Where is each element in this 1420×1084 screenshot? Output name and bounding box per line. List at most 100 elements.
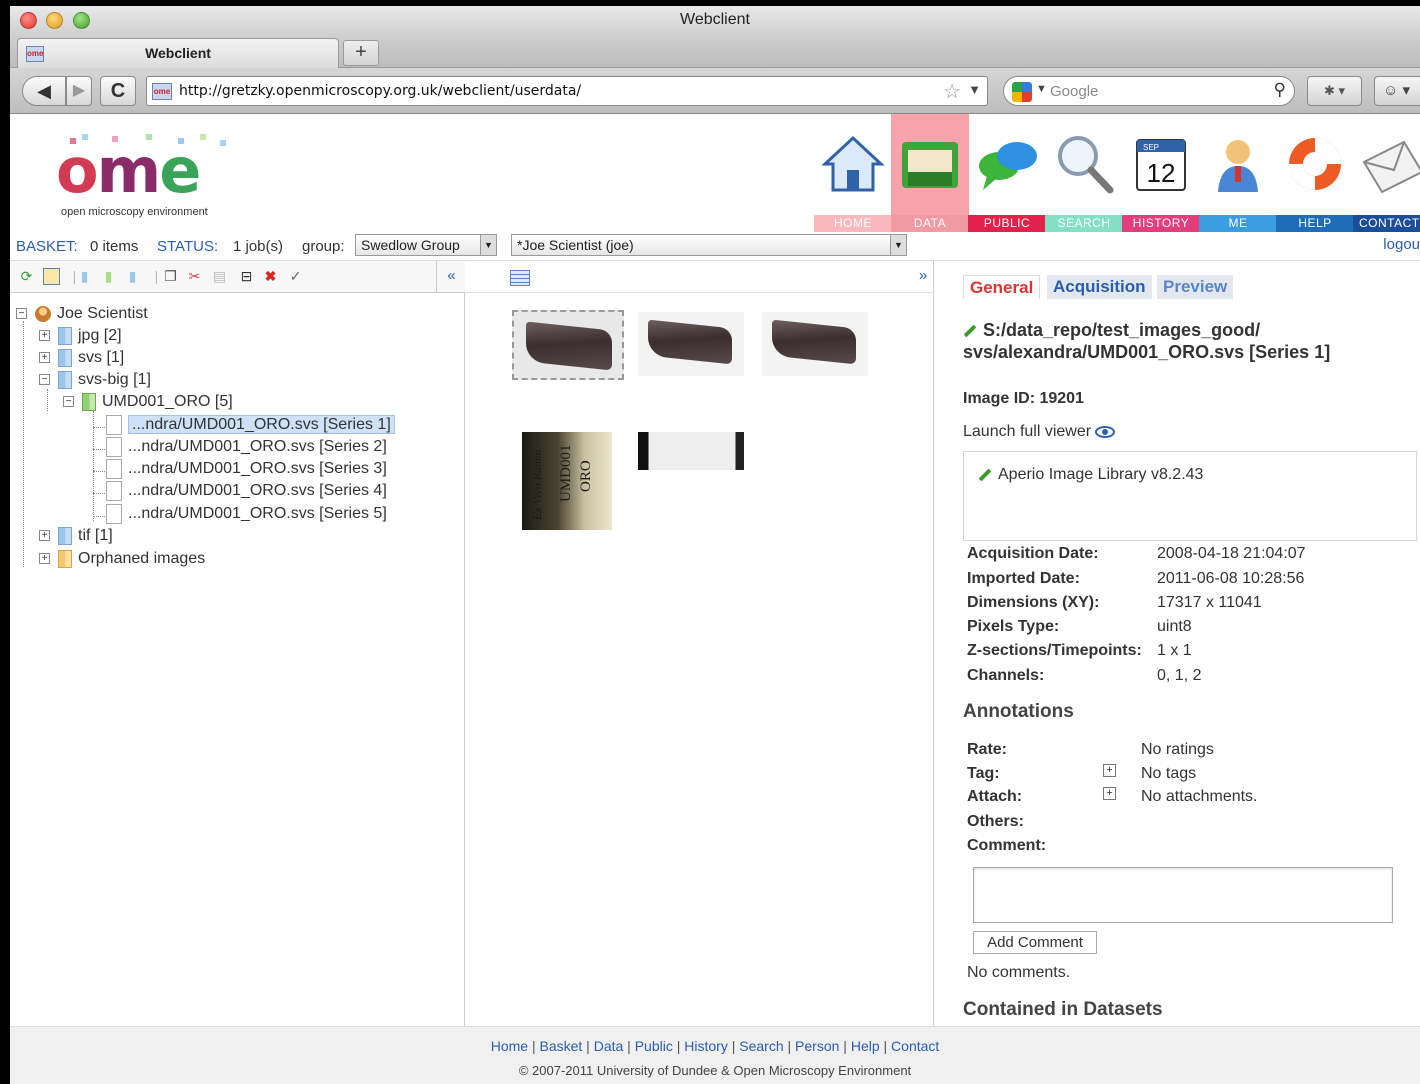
add-comment-button[interactable]: Add Comment xyxy=(973,931,1097,954)
nav-search[interactable]: SEARCH xyxy=(1045,114,1123,232)
tree-project-jpg[interactable]: + jpg [2] xyxy=(39,325,122,347)
tree-project-svs-big[interactable]: − svs-big [1] xyxy=(39,369,151,391)
forward-button[interactable]: ▶ xyxy=(66,76,92,106)
tree-dataset[interactable]: − UMD001_ORO [5] xyxy=(63,391,233,413)
description-text: Aperio Image Library v8.2.43 xyxy=(998,466,1204,483)
new-screen-icon[interactable]: ▮ xyxy=(124,268,141,285)
nav-home[interactable]: HOME xyxy=(814,114,892,232)
add-attachment-button[interactable]: + xyxy=(1103,787,1116,800)
url-text[interactable]: http://gretzky.openmicroscopy.org.uk/web… xyxy=(179,83,581,99)
collapse-node-icon[interactable]: − xyxy=(63,396,74,407)
image-file-icon xyxy=(106,414,122,435)
annotations-heading: Annotations xyxy=(963,701,1074,722)
search-engine-bar[interactable]: ▼ Google ⚲ xyxy=(1003,76,1295,106)
bookmark-star-icon[interactable]: ☆ xyxy=(943,79,961,104)
view-image-icon[interactable] xyxy=(43,268,60,285)
tree-project-tif[interactable]: + tif [1] xyxy=(39,525,113,547)
extension-button[interactable]: ✱ ▾ xyxy=(1307,76,1362,106)
browser-tab[interactable]: ome Webclient xyxy=(17,38,339,68)
thumbnail-macro[interactable] xyxy=(638,432,744,470)
ome-logo[interactable]: ome open microscopy environment xyxy=(50,134,250,224)
slide-label-text: UMD001 xyxy=(558,444,574,502)
search-input[interactable]: Google xyxy=(1050,83,1098,100)
layout-icon[interactable] xyxy=(510,270,530,286)
tree-image-label: ...ndra/UMD001_ORO.svs [Series 2] xyxy=(128,438,387,455)
reload-button[interactable]: C xyxy=(100,76,136,106)
logout-link[interactable]: logou xyxy=(1383,236,1420,253)
paste-icon[interactable]: ▤ xyxy=(211,268,228,285)
magnifier-icon[interactable]: ⚲ xyxy=(1274,80,1286,100)
edit-pencil-icon[interactable] xyxy=(978,468,992,482)
tree-project-svs[interactable]: + svs [1] xyxy=(39,347,124,369)
footer-link-history[interactable]: History xyxy=(684,1038,728,1054)
attach-label: Attach: xyxy=(967,788,1023,805)
chgrp-icon[interactable]: ✓ xyxy=(287,268,304,285)
back-button[interactable]: ◀ xyxy=(22,76,66,106)
footer-link-data[interactable]: Data xyxy=(594,1038,624,1054)
thumbnail-label[interactable]: Ex Vivo Ramm UMD001 ORO xyxy=(522,432,612,530)
basket-label[interactable]: BASKET: xyxy=(16,238,78,255)
tree-orphaned[interactable]: + Orphaned images xyxy=(39,548,205,570)
nav-public[interactable]: PUBLIC xyxy=(968,114,1046,232)
user-select[interactable]: *Joe Scientist (joe) ▼ xyxy=(511,234,907,256)
tree-image-item[interactable]: ...ndra/UMD001_ORO.svs [Series 3] xyxy=(106,458,387,480)
expand-node-icon[interactable]: + xyxy=(39,330,50,341)
delete-icon[interactable]: ✖ xyxy=(262,268,279,285)
new-dataset-icon[interactable]: ▮ xyxy=(100,268,117,285)
tree-image-item[interactable]: ...ndra/UMD001_ORO.svs [Series 2] xyxy=(106,436,387,458)
thumbnail[interactable] xyxy=(638,312,744,376)
expand-node-icon[interactable]: + xyxy=(39,530,50,541)
tab-acquisition[interactable]: Acquisition xyxy=(1047,275,1152,299)
footer-link-person[interactable]: Person xyxy=(795,1038,839,1054)
new-project-icon[interactable]: ▮ xyxy=(76,268,93,285)
magnifier-icon xyxy=(1058,136,1114,194)
eye-icon[interactable] xyxy=(1095,425,1116,438)
expand-node-icon[interactable]: + xyxy=(39,352,50,363)
footer-link-help[interactable]: Help xyxy=(851,1038,880,1054)
tab-general[interactable]: General xyxy=(963,275,1041,299)
nav-history[interactable]: SEP 12 HISTORY xyxy=(1122,114,1200,232)
cut-icon[interactable]: ✂ xyxy=(186,268,203,285)
google-icon[interactable] xyxy=(1012,82,1032,102)
url-history-dropdown-icon[interactable]: ▼ xyxy=(968,82,981,97)
remove-icon[interactable]: ⊟ xyxy=(238,268,255,285)
tree-root-user[interactable]: − Joe Scientist xyxy=(16,303,148,325)
nav-me[interactable]: ME xyxy=(1199,114,1277,232)
footer-link-public[interactable]: Public xyxy=(635,1038,673,1054)
thumbnail[interactable] xyxy=(762,312,868,376)
thumbnail-selected[interactable] xyxy=(512,310,624,380)
footer-link-search[interactable]: Search xyxy=(739,1038,783,1054)
tree-image-item[interactable]: ...ndra/UMD001_ORO.svs [Series 4] xyxy=(106,480,387,502)
footer-link-contact[interactable]: Contact xyxy=(891,1038,939,1054)
address-bar[interactable]: ome http://gretzky.openmicroscopy.org.uk… xyxy=(146,76,988,106)
addon-button[interactable]: ☺ ▾ xyxy=(1374,76,1420,106)
field-key: Imported Date: xyxy=(967,570,1080,587)
collapse-node-icon[interactable]: − xyxy=(16,308,27,319)
tab-preview[interactable]: Preview xyxy=(1157,275,1234,299)
launch-viewer-link[interactable]: Launch full viewer xyxy=(963,423,1116,441)
expand-node-icon[interactable]: + xyxy=(39,553,50,564)
footer-link-home[interactable]: Home xyxy=(491,1038,528,1054)
tag-value: No tags xyxy=(1141,765,1197,782)
app-header: ome open microscopy environment HOME DAT… xyxy=(10,114,1420,232)
tree-image-item[interactable]: ...ndra/UMD001_ORO.svs [Series 5] xyxy=(106,503,387,525)
tree-image-item[interactable]: ...ndra/UMD001_ORO.svs [Series 1] xyxy=(106,414,395,436)
nav-data[interactable]: DATA xyxy=(891,114,969,232)
edit-pencil-icon[interactable] xyxy=(963,324,977,338)
collapse-panel-button[interactable]: « xyxy=(436,261,466,293)
copy-icon[interactable]: ❐ xyxy=(162,268,179,285)
refresh-icon[interactable]: ⟳ xyxy=(18,268,35,285)
collapse-node-icon[interactable]: − xyxy=(39,374,50,385)
comment-textarea[interactable] xyxy=(973,867,1393,923)
expand-panel-button[interactable]: » xyxy=(912,261,934,293)
nav-help[interactable]: HELP xyxy=(1276,114,1354,232)
tab-bar: ome Webclient + xyxy=(10,36,1420,68)
status-label[interactable]: STATUS: xyxy=(157,238,218,255)
new-tab-button[interactable]: + xyxy=(343,40,379,66)
nav-contact[interactable]: CONTACT xyxy=(1353,114,1420,232)
group-select[interactable]: Swedlow Group ▼ xyxy=(355,234,497,256)
add-tag-button[interactable]: + xyxy=(1103,764,1116,777)
footer-link-basket[interactable]: Basket xyxy=(539,1038,582,1054)
search-engine-dropdown-icon[interactable]: ▼ xyxy=(1036,83,1047,95)
nav-contact-label: CONTACT xyxy=(1353,215,1420,232)
